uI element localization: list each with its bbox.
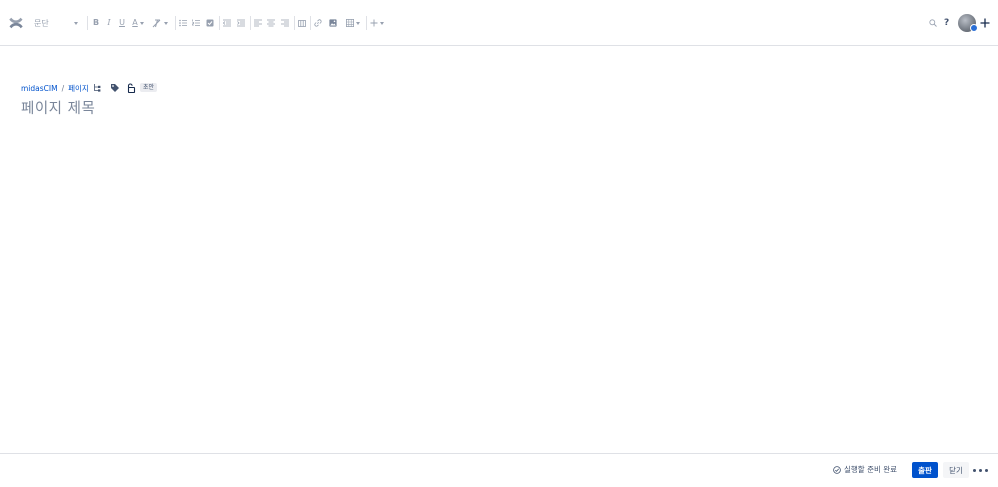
more-dot-icon bbox=[979, 468, 982, 472]
page-tree-icon[interactable] bbox=[93, 83, 101, 93]
toolbar-divider bbox=[87, 16, 88, 30]
confluence-logo-icon[interactable] bbox=[8, 15, 24, 31]
search-button[interactable] bbox=[928, 16, 938, 30]
link-icon bbox=[314, 19, 322, 27]
publish-button[interactable]: 출판 bbox=[912, 462, 938, 478]
text-color-icon: A bbox=[132, 18, 138, 27]
chevron-down-icon bbox=[139, 21, 144, 25]
toolbar-divider bbox=[294, 16, 295, 30]
insert-image-button[interactable] bbox=[328, 16, 338, 30]
paragraph-style-value: 문단 bbox=[34, 18, 49, 28]
italic-icon: I bbox=[107, 18, 111, 27]
outdent-icon bbox=[223, 19, 231, 27]
breadcrumb: midasCIM / 페이지 bbox=[21, 82, 89, 94]
task-list-icon bbox=[206, 19, 214, 27]
align-right-icon bbox=[281, 19, 289, 27]
align-right-button[interactable] bbox=[280, 16, 290, 30]
create-plus-icon[interactable] bbox=[980, 16, 990, 30]
clear-format-button[interactable] bbox=[151, 16, 169, 30]
close-button[interactable]: 닫기 bbox=[943, 462, 969, 478]
numbered-list-icon bbox=[192, 19, 200, 26]
insert-table-button[interactable] bbox=[346, 16, 360, 30]
page-layout-button[interactable] bbox=[297, 16, 307, 30]
check-circle-icon bbox=[833, 465, 841, 474]
chevron-down-icon bbox=[380, 21, 384, 25]
bullet-list-icon bbox=[179, 19, 187, 27]
image-icon bbox=[329, 19, 337, 27]
chevron-down-icon bbox=[164, 21, 168, 25]
align-left-icon bbox=[254, 19, 262, 27]
text-color-button[interactable]: A bbox=[130, 16, 146, 30]
breadcrumb-separator: / bbox=[61, 83, 65, 93]
italic-button[interactable]: I bbox=[104, 16, 114, 30]
chevron-down-icon bbox=[74, 21, 78, 25]
avatar-status-badge bbox=[970, 24, 978, 32]
search-icon bbox=[929, 19, 937, 27]
align-center-icon bbox=[267, 19, 275, 27]
underline-button[interactable]: U bbox=[117, 16, 127, 30]
bullet-list-button[interactable] bbox=[178, 16, 188, 30]
toolbar-divider bbox=[175, 16, 176, 30]
align-left-button[interactable] bbox=[253, 16, 263, 30]
outdent-button[interactable] bbox=[222, 16, 232, 30]
align-center-button[interactable] bbox=[266, 16, 276, 30]
more-dot-icon bbox=[985, 468, 988, 472]
indent-button[interactable] bbox=[236, 16, 246, 30]
task-list-button[interactable] bbox=[205, 16, 215, 30]
paragraph-style-select[interactable]: 문단 bbox=[30, 14, 82, 32]
help-icon[interactable]: ? bbox=[944, 16, 949, 30]
toolbar-divider bbox=[310, 16, 311, 30]
clear-format-icon bbox=[152, 19, 161, 27]
breadcrumb-space-link[interactable]: midasCIM bbox=[21, 84, 58, 93]
insert-more-button[interactable] bbox=[370, 16, 384, 30]
numbered-list-button[interactable] bbox=[191, 16, 201, 30]
toolbar-divider bbox=[366, 16, 367, 30]
ready-status-text: 실행할 준비 완료 bbox=[844, 465, 898, 474]
table-icon bbox=[346, 19, 354, 27]
bold-icon: B bbox=[92, 18, 100, 27]
more-options-button[interactable] bbox=[973, 464, 988, 476]
page-title-input[interactable]: 페이지 제목 bbox=[21, 97, 95, 118]
toolbar-divider bbox=[219, 16, 220, 30]
ready-status: 실행할 준비 완료 bbox=[833, 464, 897, 475]
bold-button[interactable]: B bbox=[91, 16, 101, 30]
link-button[interactable] bbox=[313, 16, 323, 30]
status-badge: 초안 bbox=[140, 83, 158, 92]
more-dot-icon bbox=[973, 468, 976, 472]
plus-icon bbox=[370, 19, 378, 27]
label-tag-icon[interactable] bbox=[110, 83, 120, 93]
underline-icon: U bbox=[119, 18, 125, 27]
editor-toolbar: 문단 B I U A ? bbox=[0, 0, 998, 46]
chevron-down-icon bbox=[356, 21, 360, 25]
page-layout-icon bbox=[298, 19, 306, 27]
indent-icon bbox=[237, 19, 245, 27]
toolbar-divider bbox=[250, 16, 251, 30]
breadcrumb-page-link[interactable]: 페이지 bbox=[68, 83, 89, 94]
unlock-icon[interactable] bbox=[126, 83, 136, 93]
